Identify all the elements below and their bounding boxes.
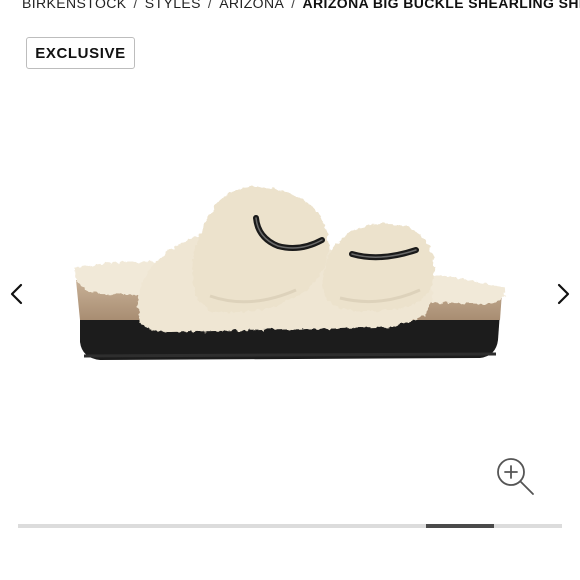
breadcrumb: BIRKENSTOCK / STYLES / ARIZONA / ARIZONA BIG B… (22, 0, 580, 12)
chevron-left-icon[interactable] (6, 280, 28, 308)
breadcrumb-separator: / (207, 0, 213, 11)
chevron-right-icon[interactable] (552, 280, 574, 308)
breadcrumb-item-styles[interactable]: STYLES (145, 0, 201, 11)
carousel-progress-track[interactable] (18, 524, 562, 528)
breadcrumb-separator: / (133, 0, 138, 11)
breadcrumb-current: ARIZONA BIG BUCKLE SHEARLING SHEARLING (302, 0, 580, 11)
breadcrumb-item-brand[interactable]: BIRKENSTOCK (22, 0, 127, 11)
breadcrumb-separator: / (291, 0, 296, 11)
product-image (74, 186, 505, 360)
exclusive-badge: EXCLUSIVE (26, 37, 135, 69)
zoom-in-icon[interactable] (494, 455, 536, 497)
carousel-progress-thumb[interactable] (426, 524, 494, 528)
breadcrumb-item-arizona[interactable]: ARIZONA (219, 0, 284, 11)
